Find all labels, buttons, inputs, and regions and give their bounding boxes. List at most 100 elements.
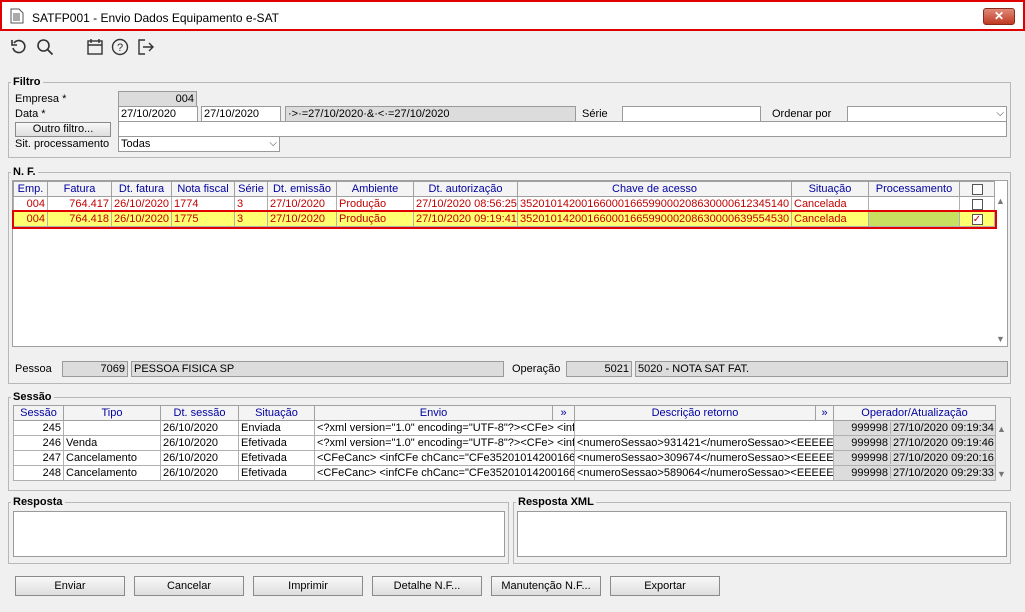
cell-operador: 999998 27/10/2020 09:29:33: [833, 465, 996, 481]
col-dt-fatura[interactable]: Dt. fatura: [111, 181, 172, 197]
cell-tipo: Venda: [63, 435, 161, 451]
col-descricao-retorno[interactable]: Descrição retorno: [574, 405, 816, 421]
col-processamento[interactable]: Processamento: [868, 181, 960, 197]
nf-table: Emp. Fatura Dt. fatura Nota fiscal Série…: [11, 181, 997, 229]
atualizacao: 27/10/2020 09:20:16: [890, 452, 994, 464]
sit-processamento-select[interactable]: Todas ⌵: [118, 136, 280, 152]
cell-check[interactable]: [959, 196, 995, 212]
col-select-all[interactable]: [959, 181, 995, 197]
col-operador-atualizacao[interactable]: Operador/Atualização: [833, 405, 996, 421]
exportar-button[interactable]: Exportar: [610, 576, 720, 596]
cell-tipo: [63, 420, 161, 436]
data-expression: ·>·=27/10/2020·&·<·=27/10/2020: [285, 106, 576, 122]
filtro-legend: Filtro: [13, 76, 41, 88]
cell-envio: <CFeCanc> <infCFe chCanc="CFe35201014200…: [314, 465, 575, 481]
select-all-checkbox[interactable]: [971, 183, 983, 195]
table-row[interactable]: 004 764.417 26/10/2020 1774 3 27/10/2020…: [13, 196, 995, 212]
atualizacao: 27/10/2020 09:29:33: [890, 467, 994, 479]
outro-filtro-button[interactable]: Outro filtro...: [15, 122, 111, 137]
cell-dt: 26/10/2020: [160, 420, 239, 436]
col-situacao[interactable]: Situação: [238, 405, 315, 421]
manutencao-nf-button[interactable]: Manutenção N.F...: [491, 576, 601, 596]
operador-code: 999998: [851, 452, 888, 464]
cell-descricao: <numeroSessao>309674</numeroSessao><EEEE…: [574, 450, 834, 466]
expand-envio-button[interactable]: »: [552, 405, 575, 421]
cell-check[interactable]: ✓: [959, 211, 995, 227]
table-row-selected[interactable]: 004 764.418 26/10/2020 1775 3 27/10/2020…: [11, 209, 997, 229]
operador-code: 999998: [851, 437, 888, 449]
scroll-down-icon[interactable]: ▼: [997, 469, 1006, 479]
ordenar-label: Ordenar por: [772, 108, 832, 120]
pessoa-code: 7069: [62, 361, 128, 377]
help-icon[interactable]: ?: [111, 38, 129, 56]
operador-code: 999998: [851, 422, 888, 434]
window-title: SATFP001 - Envio Dados Equipamento e-SAT: [32, 11, 280, 25]
col-chave-acesso[interactable]: Chave de acesso: [517, 181, 792, 197]
resposta-xml-legend: Resposta XML: [518, 496, 594, 508]
cell-envio: <CFeCanc> <infCFe chCanc="CFe35201014200…: [314, 450, 575, 466]
cell-situacao: Cancelada: [791, 211, 869, 227]
cell-descricao: <numeroSessao>931421</numeroSessao><EEEE…: [574, 435, 834, 451]
outro-filtro-field[interactable]: [118, 121, 1007, 137]
cell-emp: 004: [13, 211, 48, 227]
cell-fatura: 764.418: [47, 211, 112, 227]
serie-field[interactable]: [622, 106, 761, 122]
col-situacao[interactable]: Situação: [791, 181, 869, 197]
resposta-legend: Resposta: [13, 496, 63, 508]
cell-dt-fatura: 26/10/2020: [111, 211, 172, 227]
operacao-code: 5021: [566, 361, 632, 377]
imprimir-button[interactable]: Imprimir: [253, 576, 363, 596]
calendar-icon[interactable]: [86, 38, 104, 56]
col-sessao[interactable]: Sessão: [13, 405, 64, 421]
refresh-icon[interactable]: [10, 38, 28, 56]
cell-operador: 999998 27/10/2020 09:19:46: [833, 435, 996, 451]
close-button[interactable]: ✕: [983, 8, 1015, 25]
operacao-name: 5020 - NOTA SAT FAT.: [635, 361, 1008, 377]
col-ambiente[interactable]: Ambiente: [336, 181, 414, 197]
cell-dt: 26/10/2020: [160, 465, 239, 481]
col-fatura[interactable]: Fatura: [47, 181, 112, 197]
col-nota-fiscal[interactable]: Nota fiscal: [171, 181, 235, 197]
nf-legend: N. F.: [13, 166, 36, 178]
chevron-down-icon: ⌵: [996, 108, 1004, 119]
scroll-down-icon[interactable]: ▼: [996, 334, 1005, 344]
col-envio[interactable]: Envio: [314, 405, 553, 421]
empresa-field[interactable]: 004: [118, 91, 197, 107]
resposta-xml-textarea[interactable]: [517, 511, 1007, 557]
col-dt-emissao[interactable]: Dt. emissão: [267, 181, 337, 197]
col-tipo[interactable]: Tipo: [63, 405, 161, 421]
cell-dt-emissao: 27/10/2020: [267, 211, 337, 227]
data-to-field[interactable]: 27/10/2020: [201, 106, 281, 122]
enviar-button[interactable]: Enviar: [15, 576, 125, 596]
expand-descricao-button[interactable]: »: [815, 405, 834, 421]
scroll-up-icon[interactable]: ▲: [996, 196, 1005, 206]
data-from-field[interactable]: 27/10/2020: [118, 106, 198, 122]
cancelar-button[interactable]: Cancelar: [134, 576, 244, 596]
row-checkbox-checked[interactable]: ✓: [971, 213, 983, 225]
cell-ambiente: Produção: [336, 196, 414, 212]
exit-icon[interactable]: [137, 38, 155, 56]
table-row[interactable]: 245 26/10/2020 Enviada <?xml version="1.…: [13, 420, 996, 436]
row-checkbox[interactable]: [971, 198, 983, 210]
cell-dt: 26/10/2020: [160, 435, 239, 451]
cell-envio: <?xml version="1.0" encoding="UTF-8"?><C…: [314, 420, 575, 436]
col-dt-sessao[interactable]: Dt. sessão: [160, 405, 239, 421]
col-emp[interactable]: Emp.: [13, 181, 48, 197]
chevron-down-icon: ⌵: [269, 138, 277, 149]
cell-situacao: Cancelada: [791, 196, 869, 212]
col-serie[interactable]: Série: [234, 181, 268, 197]
cell-ambiente: Produção: [336, 211, 414, 227]
col-dt-autorizacao[interactable]: Dt. autorização: [413, 181, 518, 197]
table-row[interactable]: 248 Cancelamento 26/10/2020 Efetivada <C…: [13, 465, 996, 481]
document-icon: [10, 8, 24, 24]
detalhe-nf-button[interactable]: Detalhe N.F...: [372, 576, 482, 596]
cell-serie: 3: [234, 211, 268, 227]
ordenar-select[interactable]: ⌵: [847, 106, 1007, 122]
table-row[interactable]: 247 Cancelamento 26/10/2020 Efetivada <C…: [13, 450, 996, 466]
scroll-up-icon[interactable]: ▲: [997, 424, 1006, 434]
table-row[interactable]: 246 Venda 26/10/2020 Efetivada <?xml ver…: [13, 435, 996, 451]
search-icon[interactable]: [36, 38, 54, 56]
cell-sessao: 246: [13, 435, 64, 451]
resposta-textarea[interactable]: [13, 511, 505, 557]
svg-text:?: ?: [117, 42, 123, 54]
